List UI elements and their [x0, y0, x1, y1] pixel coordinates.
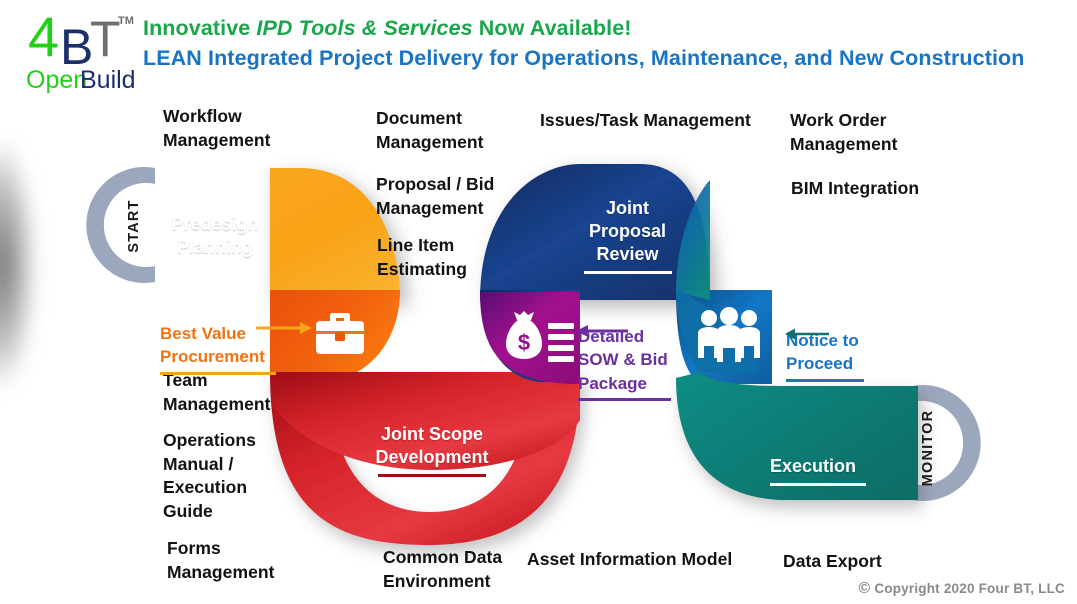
stage-label-joint-scope-development: Joint Scope Development	[352, 400, 512, 500]
arrow-left-icon	[576, 325, 628, 337]
label-document-management: Document Management	[376, 108, 484, 152]
stage-label-joint-proposal-review: Joint Proposal Review	[570, 174, 685, 297]
label-operations-manual: Operations Manual / Execution Guide	[163, 430, 256, 521]
label-line-item-estimating: Line Item Estimating	[377, 235, 467, 279]
copyright-text: Copyright 2020 Four BT, LLC	[874, 581, 1065, 596]
label-work-order-management: Work Order Management	[790, 110, 898, 154]
callout-best-value-text: Best Value Procurement	[160, 323, 265, 367]
diagram-canvas: 4 B T TM Open Build Innovative IPD Tools…	[0, 0, 1077, 604]
label-forms-management: Forms Management	[167, 538, 275, 582]
label-data-export: Data Export	[783, 551, 882, 571]
stage-label-joint-scope-text: Joint Scope Development	[375, 424, 489, 467]
stage-rule-joint-scope	[378, 474, 486, 477]
copyright-symbol: ©	[858, 580, 871, 597]
callout-notice-to-proceed: Notice to Proceed	[785, 305, 864, 429]
label-issues-task-management: Issues/Task Management	[540, 110, 751, 130]
stage-rule-execution	[770, 483, 866, 486]
stage-rule-predesign	[169, 264, 261, 267]
stage-rule-joint-proposal	[583, 271, 672, 274]
stage-label-execution: Execution	[770, 432, 880, 509]
svg-text:$: $	[518, 330, 530, 355]
start-endcap-label: START	[126, 199, 142, 253]
callout-detailed-sow-bid-package: Detailed SOW & Bid Package	[576, 301, 671, 448]
start-endcap-ring	[86, 167, 155, 283]
callout-best-value-procurement: Best Value Procurement	[160, 298, 312, 422]
label-workflow-management: Workflow Management	[163, 106, 271, 150]
callout-detailed-sow-rule	[578, 398, 671, 401]
callout-best-value-rule	[160, 371, 276, 375]
label-bim-integration: BIM Integration	[791, 178, 920, 198]
stage-label-joint-proposal-text: Joint Proposal Review	[588, 198, 667, 264]
label-asset-information-model: Asset Information Model	[527, 549, 733, 569]
arrow-left-icon	[785, 328, 829, 340]
copyright-notice: © Copyright 2020 Four BT, LLC	[858, 580, 1065, 598]
monitor-endcap-label: MONITOR	[920, 409, 936, 487]
arrow-right-icon	[256, 322, 312, 334]
callout-notice-rule	[786, 378, 864, 382]
stage-label-predesign-text: Predesign Planning	[171, 214, 259, 257]
stage-label-predesign-planning: Predesign Planning	[160, 190, 270, 290]
label-proposal-bid-management: Proposal / Bid Management	[376, 174, 495, 218]
label-common-data-environment: Common Data Environment	[383, 547, 503, 591]
stage-label-execution-text: Execution	[770, 456, 857, 476]
